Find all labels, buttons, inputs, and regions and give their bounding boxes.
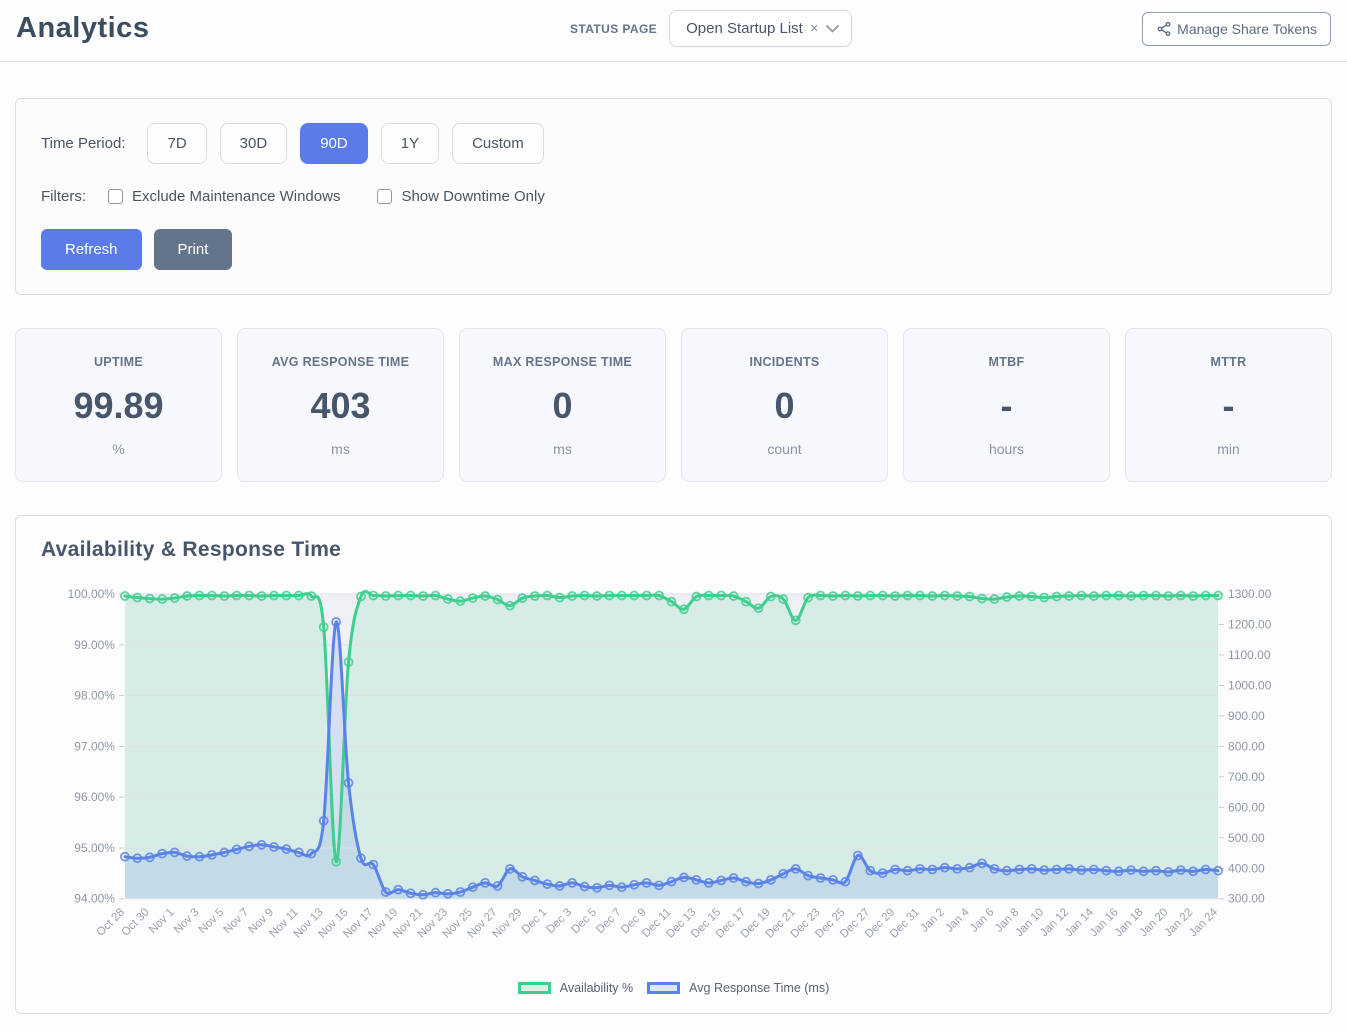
svg-text:300.00: 300.00 xyxy=(1228,892,1265,906)
stat-value: 0 xyxy=(470,385,655,427)
chart-card: Availability & Response Time 94.00% 95.00… xyxy=(15,515,1332,1014)
status-page-selected-value: Open Startup List xyxy=(686,20,803,37)
stat-value: 403 xyxy=(248,385,433,427)
legend-swatch-green xyxy=(518,982,551,994)
svg-text:Oct 30: Oct 30 xyxy=(119,906,151,938)
show-downtime-label: Show Downtime Only xyxy=(401,188,544,205)
time-period-7d-button[interactable]: 7D xyxy=(147,123,206,164)
stat-card-max-response: MAX RESPONSE TIME 0 ms xyxy=(459,328,666,482)
show-downtime-checkbox[interactable]: Show Downtime Only xyxy=(377,188,544,205)
svg-text:97.00%: 97.00% xyxy=(74,739,115,753)
refresh-button[interactable]: Refresh xyxy=(41,229,142,270)
svg-text:500.00: 500.00 xyxy=(1228,831,1265,845)
svg-text:Nov 5: Nov 5 xyxy=(197,906,227,936)
stat-label: MAX RESPONSE TIME xyxy=(470,355,655,369)
stat-unit: ms xyxy=(470,441,655,457)
svg-text:94.00%: 94.00% xyxy=(74,892,115,906)
stat-unit: count xyxy=(692,441,877,457)
legend-label: Avg Response Time (ms) xyxy=(689,981,829,995)
svg-text:1000.00: 1000.00 xyxy=(1228,678,1272,692)
manage-share-tokens-label: Manage Share Tokens xyxy=(1177,21,1317,37)
checkbox-icon[interactable] xyxy=(377,189,392,204)
share-icon xyxy=(1156,21,1172,37)
svg-text:1200.00: 1200.00 xyxy=(1228,617,1272,631)
chart-canvas: 94.00% 95.00% 96.00% 97.00% 98.00% 99.00% 100.… xyxy=(41,580,1306,972)
stats-row: UPTIME 99.89 % AVG RESPONSE TIME 403 ms … xyxy=(15,328,1332,482)
stat-label: MTTR xyxy=(1136,355,1321,369)
legend-item-availability[interactable]: Availability % xyxy=(518,981,633,995)
page-title: Analytics xyxy=(16,12,149,45)
stat-card-incidents: INCIDENTS 0 count xyxy=(681,328,888,482)
stat-card-uptime: UPTIME 99.89 % xyxy=(15,328,222,482)
stat-card-mttr: MTTR - min xyxy=(1125,328,1332,482)
svg-text:Jan 2: Jan 2 xyxy=(919,906,947,934)
svg-text:Jan 4: Jan 4 xyxy=(943,906,972,935)
svg-text:1100.00: 1100.00 xyxy=(1228,648,1271,662)
stat-label: AVG RESPONSE TIME xyxy=(248,355,433,369)
print-button[interactable]: Print xyxy=(154,229,233,270)
legend-label: Availability % xyxy=(560,981,633,995)
time-period-row: Time Period: 7D 30D 90D 1Y Custom xyxy=(41,123,1306,164)
exclude-maintenance-label: Exclude Maintenance Windows xyxy=(132,188,340,205)
stat-unit: ms xyxy=(248,441,433,457)
actions-row: Refresh Print xyxy=(41,229,1306,270)
svg-text:400.00: 400.00 xyxy=(1228,861,1265,875)
filters-label: Filters: xyxy=(41,188,86,205)
exclude-maintenance-checkbox[interactable]: Exclude Maintenance Windows xyxy=(108,188,340,205)
svg-text:Dec 5: Dec 5 xyxy=(569,906,599,936)
chart-title: Availability & Response Time xyxy=(41,538,1306,562)
svg-text:Dec 7: Dec 7 xyxy=(594,906,624,936)
filters-panel: Time Period: 7D 30D 90D 1Y Custom Filter… xyxy=(15,98,1332,295)
svg-text:Jan 24: Jan 24 xyxy=(1187,906,1220,939)
svg-text:Jan 6: Jan 6 xyxy=(968,906,996,934)
checkbox-icon[interactable] xyxy=(108,189,123,204)
svg-text:96.00%: 96.00% xyxy=(74,790,115,804)
svg-text:98.00%: 98.00% xyxy=(74,689,115,703)
stat-value: - xyxy=(914,385,1099,427)
filters-row: Filters: Exclude Maintenance Windows Sho… xyxy=(41,188,1306,205)
stat-unit: min xyxy=(1136,441,1321,457)
chart-legend: Availability % Avg Response Time (ms) xyxy=(41,981,1306,995)
time-period-30d-button[interactable]: 30D xyxy=(220,123,288,164)
stat-label: UPTIME xyxy=(26,355,211,369)
status-page-select[interactable]: Open Startup List × xyxy=(669,10,852,47)
status-page-picker: STATUS PAGE Open Startup List × xyxy=(570,10,852,47)
svg-text:800.00: 800.00 xyxy=(1228,739,1265,753)
svg-text:99.00%: 99.00% xyxy=(74,638,115,652)
manage-share-tokens-button[interactable]: Manage Share Tokens xyxy=(1142,12,1331,46)
svg-text:Nov 1: Nov 1 xyxy=(147,906,177,936)
stat-label: INCIDENTS xyxy=(692,355,877,369)
chevron-down-icon xyxy=(826,25,839,33)
legend-item-response-time[interactable]: Avg Response Time (ms) xyxy=(647,981,829,995)
svg-text:Dec 3: Dec 3 xyxy=(545,906,575,936)
legend-swatch-blue xyxy=(647,982,680,994)
svg-text:1300.00: 1300.00 xyxy=(1228,587,1272,601)
stat-value: 0 xyxy=(692,385,877,427)
svg-text:Nov 7: Nov 7 xyxy=(222,906,252,936)
availability-response-chart: 94.00% 95.00% 96.00% 97.00% 98.00% 99.00% 100.… xyxy=(41,580,1306,977)
stat-unit: hours xyxy=(914,441,1099,457)
svg-text:700.00: 700.00 xyxy=(1228,770,1265,784)
time-period-label: Time Period: xyxy=(41,135,125,152)
svg-text:600.00: 600.00 xyxy=(1228,800,1265,814)
time-period-custom-button[interactable]: Custom xyxy=(452,123,544,164)
status-page-label: STATUS PAGE xyxy=(570,22,657,36)
time-period-90d-button[interactable]: 90D xyxy=(300,123,368,164)
stat-value: 99.89 xyxy=(26,385,211,427)
svg-text:Nov 3: Nov 3 xyxy=(172,906,202,936)
stat-card-avg-response: AVG RESPONSE TIME 403 ms xyxy=(237,328,444,482)
app-header: Analytics STATUS PAGE Open Startup List … xyxy=(0,0,1347,62)
svg-text:Dec 1: Dec 1 xyxy=(520,906,550,936)
stat-card-mtbf: MTBF - hours xyxy=(903,328,1110,482)
svg-text:95.00%: 95.00% xyxy=(74,841,115,855)
svg-text:100.00%: 100.00% xyxy=(68,587,116,601)
time-period-1y-button[interactable]: 1Y xyxy=(381,123,439,164)
clear-selection-icon[interactable]: × xyxy=(810,21,819,36)
stat-label: MTBF xyxy=(914,355,1099,369)
stat-value: - xyxy=(1136,385,1321,427)
svg-text:900.00: 900.00 xyxy=(1228,709,1265,723)
stat-unit: % xyxy=(26,441,211,457)
